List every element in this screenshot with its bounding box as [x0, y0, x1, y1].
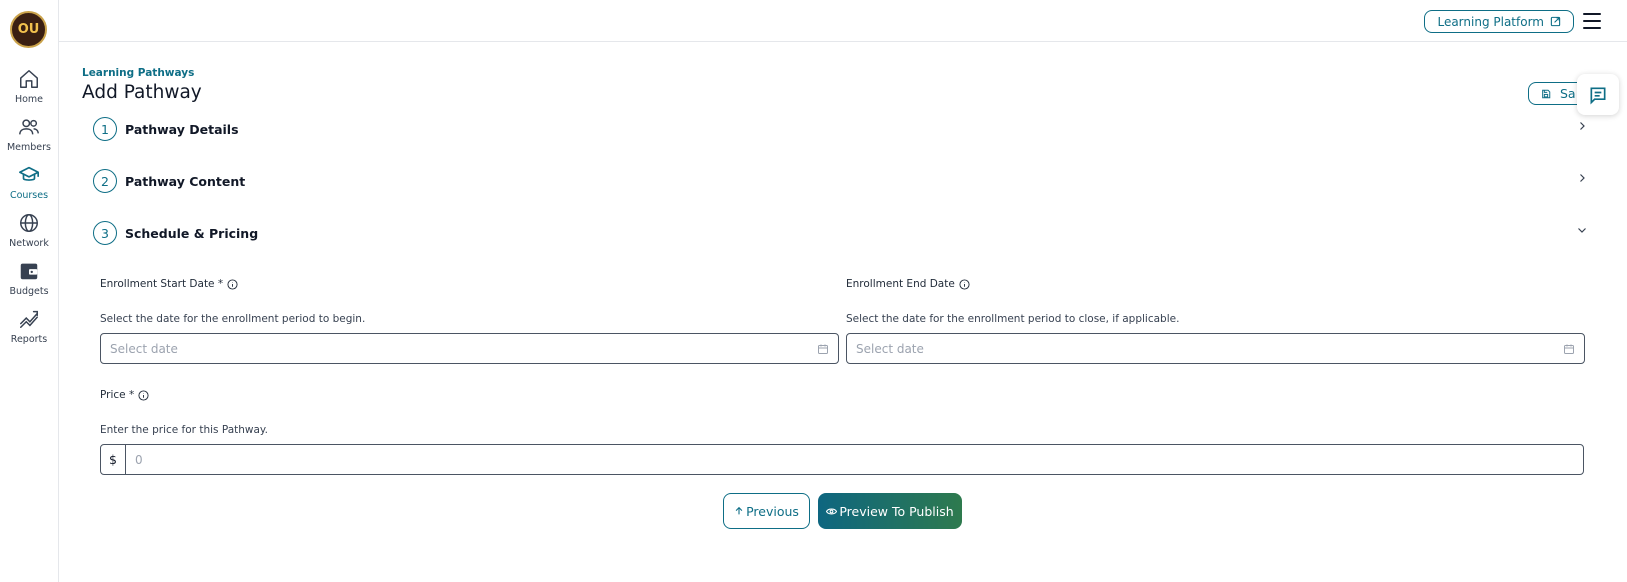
step-number: 3	[93, 221, 117, 245]
eye-icon	[826, 508, 838, 514]
logo-text: OU	[17, 22, 40, 37]
menu-icon[interactable]	[1583, 13, 1601, 29]
sidebar-item-home[interactable]: Home	[0, 68, 58, 105]
step-title: Pathway Content	[125, 173, 246, 189]
previous-button[interactable]: Previous	[723, 493, 810, 529]
publish-label: Preview To Publish	[839, 503, 954, 519]
learning-platform-button[interactable]: Learning Platform	[1424, 10, 1574, 33]
sidebar-item-courses[interactable]: Courses	[0, 164, 58, 201]
price-label: Price *	[100, 389, 149, 401]
sidebar-item-label: Budgets	[9, 286, 49, 297]
price-input[interactable]: 0	[126, 445, 1583, 474]
breadcrumb[interactable]: Learning Pathways	[82, 67, 194, 79]
price-label-text: Price *	[100, 389, 135, 401]
sidebar-item-reports[interactable]: Reports	[0, 308, 58, 345]
end-date-label-text: Enrollment End Date	[846, 278, 955, 290]
info-icon[interactable]	[959, 278, 970, 290]
chat-button[interactable]	[1577, 74, 1619, 115]
start-date-label-text: Enrollment Start Date *	[100, 278, 224, 290]
chevron-right-icon[interactable]	[1576, 172, 1588, 184]
currency-prefix: $	[101, 445, 126, 474]
external-link-icon	[1550, 16, 1561, 27]
price-help: Enter the price for this Pathway.	[100, 424, 268, 436]
learning-platform-label: Learning Platform	[1437, 14, 1544, 29]
info-icon[interactable]	[227, 278, 238, 290]
calendar-icon[interactable]	[817, 343, 829, 355]
chevron-right-icon[interactable]	[1576, 120, 1588, 132]
end-date-input[interactable]: Select date	[846, 333, 1585, 364]
start-date-input[interactable]: Select date	[100, 333, 839, 364]
arrow-up-icon	[735, 506, 743, 515]
reports-icon	[20, 310, 38, 328]
step-title: Schedule & Pricing	[125, 225, 259, 241]
sidebar-item-label: Reports	[10, 334, 48, 345]
calendar-icon[interactable]	[1563, 343, 1575, 355]
price-field: $ 0	[100, 444, 1584, 475]
step-pathway-content[interactable]: 2 Pathway Content	[93, 168, 245, 194]
start-date-help: Select the date for the enrollment perio…	[100, 313, 366, 325]
sidebar-item-members[interactable]: Members	[0, 116, 58, 153]
page-title: Add Pathway	[82, 82, 202, 103]
top-bar: Learning Platform	[59, 0, 1627, 42]
step-pathway-details[interactable]: 1 Pathway Details	[93, 116, 239, 142]
step-number: 1	[93, 117, 117, 141]
end-date-help: Select the date for the enrollment perio…	[846, 313, 1180, 325]
sidebar-item-label: Network	[9, 238, 49, 249]
end-date-placeholder: Select date	[856, 341, 924, 356]
sidebar-item-budgets[interactable]: Budgets	[0, 260, 58, 297]
chat-icon	[1590, 87, 1606, 105]
sidebar-item-label: Courses	[9, 190, 49, 201]
sidebar-item-label: Members	[6, 142, 52, 153]
step-schedule-pricing[interactable]: 3 Schedule & Pricing	[93, 220, 258, 246]
previous-label: Previous	[746, 503, 799, 519]
preview-to-publish-button[interactable]: Preview To Publish	[818, 493, 962, 529]
org-logo[interactable]: OU	[10, 11, 47, 48]
save-icon	[1542, 89, 1551, 98]
sidebar-item-network[interactable]: Network	[0, 212, 58, 249]
step-number: 2	[93, 169, 117, 193]
courses-icon	[19, 166, 39, 181]
globe-icon	[20, 214, 38, 232]
chevron-down-icon[interactable]	[1576, 224, 1588, 236]
end-date-label: Enrollment End Date	[846, 278, 970, 290]
sidebar-item-label: Home	[14, 94, 44, 105]
members-icon	[19, 119, 39, 135]
save-label: Sa	[1560, 86, 1576, 101]
start-date-placeholder: Select date	[110, 341, 178, 356]
sidebar: OU Home Members Courses Network Budgets …	[0, 0, 59, 582]
wallet-icon	[20, 263, 38, 280]
price-placeholder: 0	[135, 452, 143, 467]
start-date-label: Enrollment Start Date *	[100, 278, 238, 290]
step-title: Pathway Details	[125, 121, 239, 137]
home-icon	[20, 70, 38, 88]
info-icon[interactable]	[138, 389, 149, 401]
